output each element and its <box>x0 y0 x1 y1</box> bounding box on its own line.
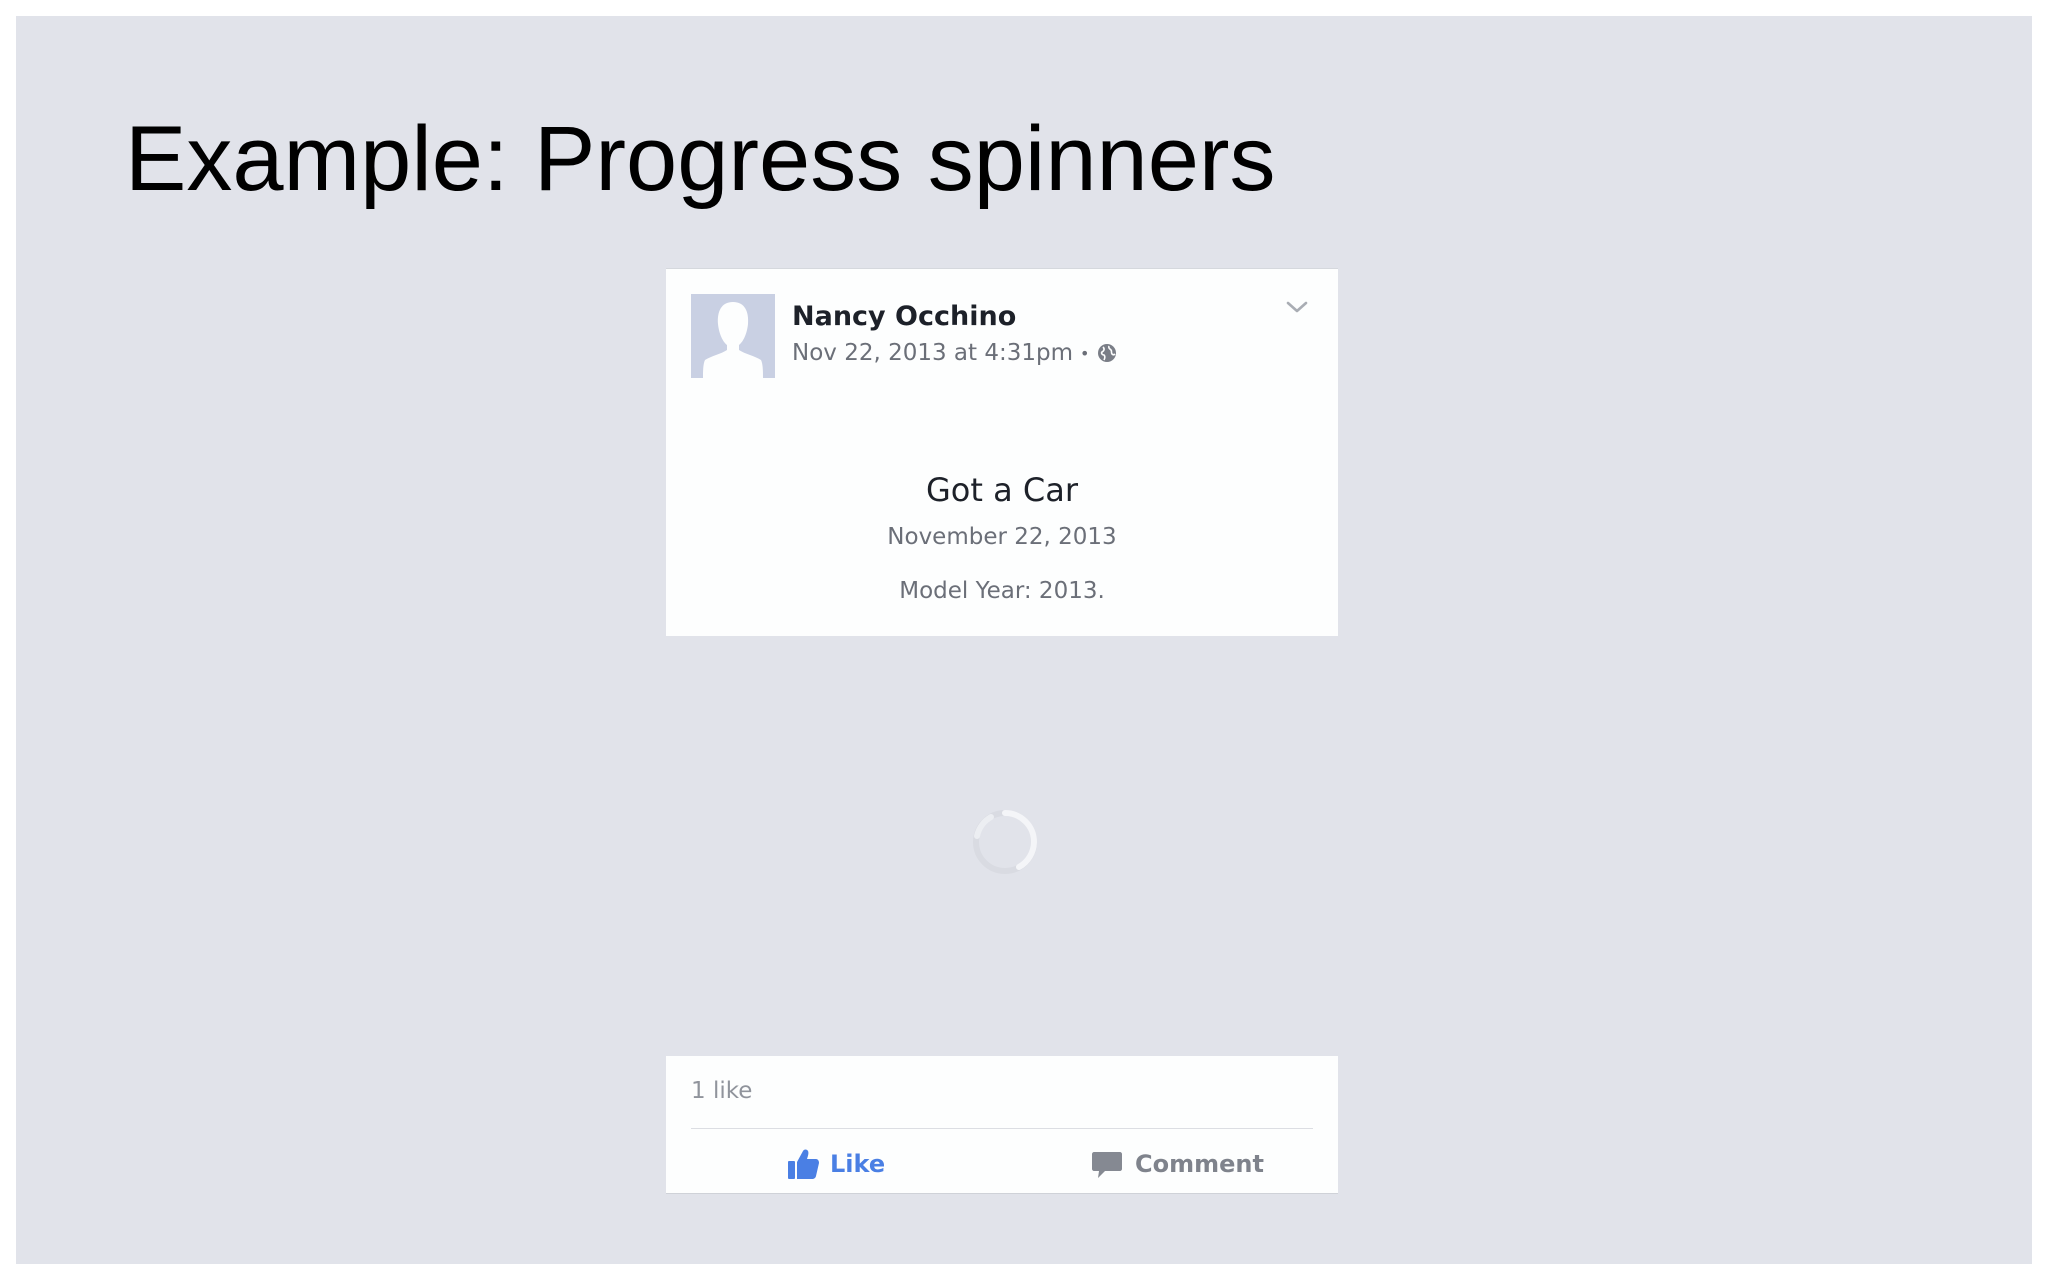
comment-label: Comment <box>1135 1150 1264 1178</box>
like-button[interactable]: Like <box>786 1143 885 1185</box>
globe-icon <box>1097 343 1117 363</box>
post-timestamp[interactable]: Nov 22, 2013 at 4:31pm <box>792 337 1073 369</box>
meta-separator: • <box>1080 343 1090 363</box>
speech-bubble-icon <box>1091 1148 1123 1180</box>
like-count[interactable]: 1 like <box>691 1075 752 1107</box>
event-detail: Model Year: 2013. <box>899 578 1105 604</box>
actions-divider <box>691 1128 1313 1129</box>
post-meta: Nov 22, 2013 at 4:31pm • <box>792 337 1117 369</box>
author-name[interactable]: Nancy Occhino <box>792 299 1016 335</box>
post-card: Nancy Occhino Nov 22, 2013 at 4:31pm • G… <box>666 268 1338 636</box>
thumbs-up-icon <box>786 1147 820 1181</box>
silhouette-icon <box>691 294 775 378</box>
event-date: November 22, 2013 <box>887 524 1117 550</box>
comment-button[interactable]: Comment <box>1091 1143 1264 1185</box>
chevron-down-icon[interactable] <box>1283 293 1311 321</box>
slide: Example: Progress spinners Nancy Occhino… <box>16 16 2032 1264</box>
phone-screen: Nancy Occhino Nov 22, 2013 at 4:31pm • G… <box>651 251 1341 1221</box>
event-title: Got a Car <box>926 471 1078 509</box>
avatar[interactable] <box>691 294 775 378</box>
like-label: Like <box>830 1150 886 1178</box>
progress-spinner <box>969 806 1041 878</box>
actions-card: 1 like Like Comment <box>666 1056 1338 1194</box>
slide-title: Example: Progress spinners <box>125 108 1276 210</box>
